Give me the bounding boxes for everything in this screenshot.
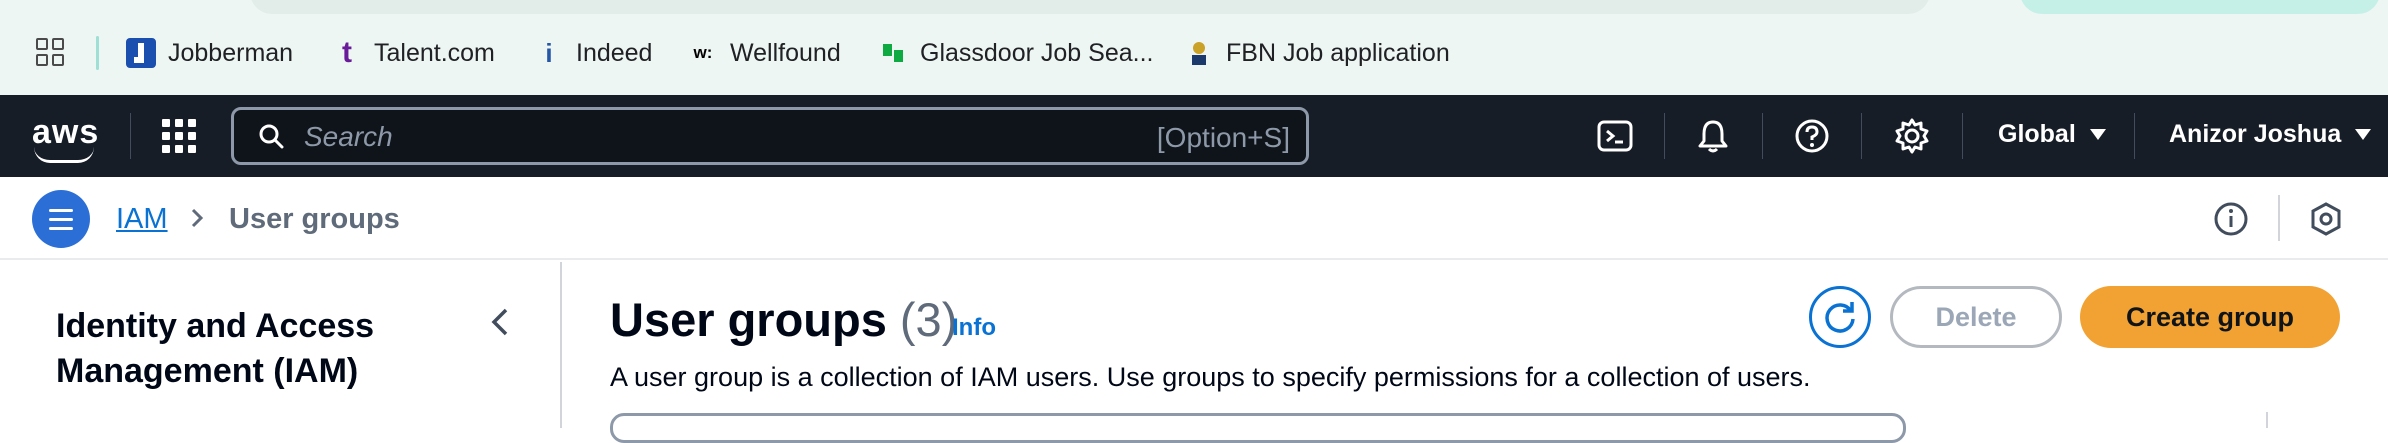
bookmark-fbn[interactable]: FBN Job application	[1184, 34, 1450, 72]
delete-button[interactable]: Delete	[1890, 286, 2062, 348]
nav-divider	[130, 113, 131, 159]
page-description: A user group is a collection of IAM user…	[610, 362, 1811, 392]
bookmark-separator	[96, 36, 99, 70]
indeed-icon: i	[545, 37, 553, 68]
region-selector[interactable]: Global	[1998, 120, 2106, 149]
bookmarks-bar: Jobberman t Talent.com i Indeed w: Wellf…	[0, 0, 2388, 95]
help-icon[interactable]	[1792, 116, 1832, 156]
cloudshell-icon[interactable]	[1595, 116, 1635, 156]
table-filter-box[interactable]	[610, 413, 1906, 443]
address-bar-edge[interactable]	[250, 0, 1930, 14]
breadcrumb-current: User groups	[229, 203, 400, 235]
bookmark-talent[interactable]: t Talent.com	[332, 34, 495, 72]
bookmark-label: Glassdoor Job Sea...	[920, 38, 1154, 67]
aws-top-nav: aws [Option+S] Global Aniz	[0, 95, 2388, 177]
aws-smile-icon	[34, 147, 94, 163]
account-menu[interactable]: Anizor Joshua	[2169, 120, 2372, 149]
jobberman-icon	[126, 38, 156, 68]
refresh-button[interactable]	[1809, 286, 1871, 348]
apps-grid-icon[interactable]	[36, 38, 66, 68]
bookmark-wellfound[interactable]: w: Wellfound	[688, 34, 841, 72]
caret-down-icon	[2089, 129, 2106, 140]
side-nav-title[interactable]: Identity and Access Management (IAM)	[56, 304, 416, 394]
chevron-right-icon	[191, 208, 204, 228]
chevron-left-icon[interactable]	[486, 304, 514, 340]
account-name: Anizor Joshua	[2169, 120, 2342, 148]
search-shortcut-hint: [Option+S]	[1156, 122, 1290, 153]
bookmark-glassdoor[interactable]: Glassdoor Job Sea...	[878, 34, 1153, 72]
bookmark-label: Wellfound	[730, 38, 841, 67]
bookmark-jobberman[interactable]: Jobberman	[126, 34, 293, 72]
talent-icon: t	[342, 36, 352, 69]
nav-divider	[1762, 113, 1763, 159]
create-group-button[interactable]: Create group	[2080, 286, 2340, 348]
nav-divider	[1962, 113, 1963, 159]
nav-divider	[1664, 113, 1665, 159]
side-nav: Identity and Access Management (IAM)	[0, 262, 562, 428]
browser-toolbar-pill[interactable]	[2020, 0, 2380, 14]
region-label: Global	[1998, 120, 2076, 148]
wellfound-icon: w:	[693, 43, 713, 62]
group-count: (3)	[899, 293, 958, 346]
search-icon	[259, 124, 284, 149]
info-link[interactable]: Info	[952, 314, 996, 342]
breadcrumb-bar: IAM User groups	[0, 177, 2388, 260]
security-panel-icon[interactable]	[2308, 201, 2344, 237]
content-divider	[2266, 412, 2268, 428]
bookmark-indeed[interactable]: i Indeed	[534, 34, 652, 72]
breadcrumb-iam-link[interactable]: IAM	[116, 203, 168, 236]
bell-icon[interactable]	[1693, 116, 1733, 156]
fbn-icon	[1184, 38, 1214, 68]
search-input[interactable]	[304, 120, 1104, 154]
services-menu-icon[interactable]	[162, 119, 196, 153]
bookmark-label: Talent.com	[374, 38, 495, 67]
page-title: User groups (3)	[610, 292, 957, 347]
page-title-text: User groups	[610, 293, 887, 346]
nav-divider	[1861, 113, 1862, 159]
bookmark-label: Indeed	[576, 38, 653, 67]
bookmark-label: FBN Job application	[1226, 38, 1450, 67]
nav-divider	[2134, 113, 2135, 159]
info-panel-icon[interactable]	[2213, 201, 2249, 237]
bookmark-label: Jobberman	[168, 38, 294, 67]
glassdoor-icon	[878, 38, 908, 68]
gear-icon[interactable]	[1892, 116, 1932, 156]
search-box[interactable]: [Option+S]	[231, 107, 1309, 165]
refresh-icon	[1825, 302, 1855, 333]
side-nav-toggle-button[interactable]	[32, 190, 90, 248]
caret-down-icon	[2355, 129, 2372, 140]
breadcrumb-divider	[2278, 195, 2280, 241]
